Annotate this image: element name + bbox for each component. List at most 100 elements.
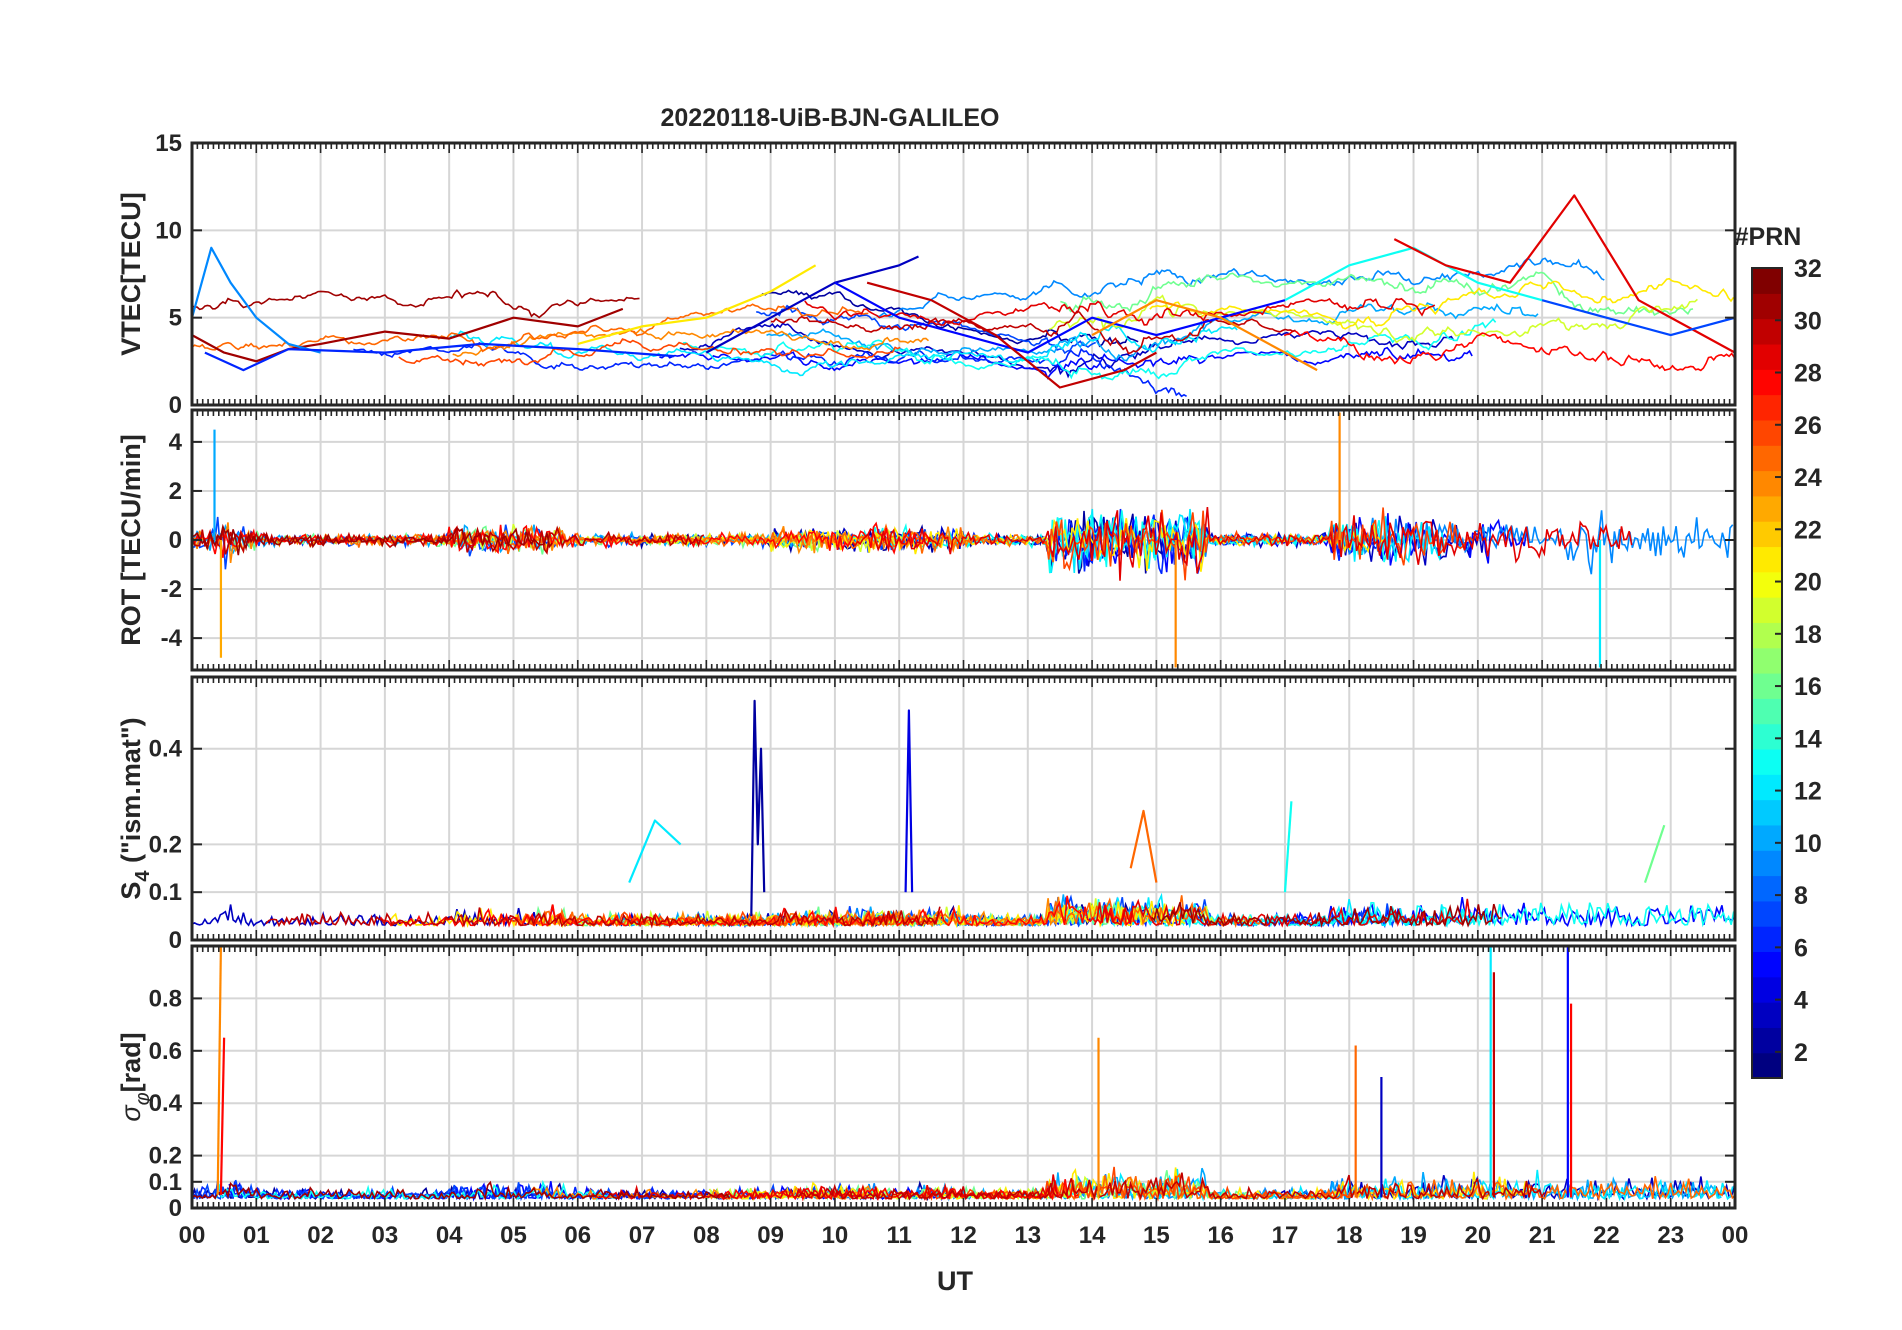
colorbar-tick-label: 30 xyxy=(1794,307,1822,335)
x-tick-labels: 00 01 02 03 04 05 06 07 08 09 10 11 12 13 14 15 16 17 18 19… xyxy=(179,1222,1749,1249)
colorbar-tick-label: 16 xyxy=(1794,673,1822,701)
x-tick-label: 21 xyxy=(1529,1222,1556,1249)
panel-sigma_phi: 00.10.20.40.60.8σφ[rad] xyxy=(116,944,1737,1222)
colorbar-segment xyxy=(1752,900,1782,927)
colorbar-segment xyxy=(1752,1027,1782,1054)
x-axis-label: UT xyxy=(937,1266,973,1296)
y-axis-label: VTEC[TECU] xyxy=(116,192,146,356)
y-tick-label: 0 xyxy=(169,392,182,419)
colorbar-segment xyxy=(1752,799,1782,826)
colorbar-segment xyxy=(1752,318,1782,345)
colorbar-segment xyxy=(1752,647,1782,674)
x-tick-label: 12 xyxy=(950,1222,977,1249)
x-tick-label: 23 xyxy=(1657,1222,1684,1249)
x-tick-label: 05 xyxy=(500,1222,527,1249)
colorbar-segment xyxy=(1752,495,1782,522)
colorbar-tick-label: 4 xyxy=(1794,987,1808,1015)
y-tick-label: 0 xyxy=(169,927,182,954)
colorbar-segment xyxy=(1752,343,1782,370)
colorbar-segment xyxy=(1752,293,1782,320)
x-tick-label: 19 xyxy=(1400,1222,1427,1249)
colorbar-segment xyxy=(1752,419,1782,446)
y-axis-label-main: S xyxy=(116,882,146,900)
x-tick-label: 15 xyxy=(1143,1222,1170,1249)
colorbar-segment xyxy=(1752,597,1782,623)
colorbar-tick-label: 32 xyxy=(1794,255,1822,283)
colorbar: #PRN 2468101214161820222426283032 xyxy=(1735,223,1822,1079)
x-tick-label: 09 xyxy=(757,1222,784,1249)
colorbar-tick-label: 28 xyxy=(1794,360,1822,388)
x-tick-label: 20 xyxy=(1464,1222,1491,1249)
colorbar-tick-label: 12 xyxy=(1794,778,1822,806)
y-tick-label: 10 xyxy=(155,217,182,244)
colorbar-segment xyxy=(1752,824,1782,851)
x-tick-label: 01 xyxy=(243,1222,270,1249)
y-tick-label: 0.1 xyxy=(149,1169,182,1196)
panel-S4: 00.10.20.4S4 ("ism.mat") xyxy=(116,675,1737,954)
x-tick-label: 10 xyxy=(822,1222,849,1249)
y-tick-label: 4 xyxy=(169,429,183,456)
colorbar-segment xyxy=(1752,698,1782,725)
colorbar-tick-label: 20 xyxy=(1794,569,1822,597)
colorbar-tick-label: 22 xyxy=(1794,516,1822,544)
y-axis-label-rest: ("ism.mat") xyxy=(116,717,146,870)
x-tick-label: 11 xyxy=(887,1222,912,1249)
colorbar-segment xyxy=(1752,748,1782,775)
x-tick-label: 13 xyxy=(1014,1222,1041,1249)
colorbar-segment xyxy=(1752,774,1782,801)
colorbar-tick-label: 24 xyxy=(1794,464,1822,492)
y-axis-label-sub: φ xyxy=(132,1092,154,1105)
colorbar-segment xyxy=(1752,1052,1782,1079)
x-tick-label: 16 xyxy=(1207,1222,1234,1249)
panels: 051015VTEC[TECU]-4-2024ROT [TECU/min]00.… xyxy=(116,130,1737,1222)
colorbar-segment xyxy=(1752,546,1782,573)
panel-VTEC: 0 5 10 15 VTEC[TECU] xyxy=(116,130,1737,419)
colorbar-tick-label: 18 xyxy=(1794,621,1822,649)
y-tick-label: -2 xyxy=(161,576,182,603)
y-tick-label: 2 xyxy=(169,478,182,505)
colorbar-tick-label: 10 xyxy=(1794,830,1822,858)
colorbar-tick-label: 6 xyxy=(1794,934,1808,962)
colorbar-segment xyxy=(1752,951,1782,978)
colorbar-tick-label: 14 xyxy=(1794,725,1822,753)
colorbar-segment xyxy=(1752,622,1782,649)
y-tick-label: 0 xyxy=(169,1195,182,1222)
colorbar-segment xyxy=(1752,445,1782,472)
x-tick-label: 00 xyxy=(1722,1222,1749,1249)
figure: 20220118-UiB-BJN-GALILEO 051015VTEC[TECU… xyxy=(116,104,1822,1296)
colorbar-segment xyxy=(1752,571,1782,598)
y-tick-label: 0 xyxy=(169,527,182,554)
y-axis-label-rest: [rad] xyxy=(116,1032,146,1092)
colorbar-segment xyxy=(1752,1002,1782,1028)
colorbar-segment xyxy=(1752,850,1782,877)
x-tick-label: 17 xyxy=(1272,1222,1299,1249)
y-tick-label: 0.4 xyxy=(149,736,183,763)
y-tick-label: 0.8 xyxy=(149,985,182,1012)
colorbar-tick-label: 26 xyxy=(1794,412,1822,440)
y-tick-label: 15 xyxy=(155,130,182,157)
x-tick-label: 03 xyxy=(372,1222,399,1249)
colorbar-segment xyxy=(1752,394,1782,421)
y-tick-label: 5 xyxy=(169,305,182,332)
colorbar-segment xyxy=(1752,470,1782,497)
colorbar-title: #PRN xyxy=(1735,223,1802,251)
y-tick-label: -4 xyxy=(161,625,183,652)
x-tick-label: 14 xyxy=(1079,1222,1106,1249)
colorbar-segment xyxy=(1752,521,1782,548)
colorbar-tick-label: 8 xyxy=(1794,882,1808,910)
x-tick-label: 04 xyxy=(436,1222,463,1249)
x-tick-label: 22 xyxy=(1593,1222,1620,1249)
x-tick-label: 06 xyxy=(564,1222,591,1249)
y-axis-label-main: σ xyxy=(116,1104,146,1122)
colorbar-segment xyxy=(1752,723,1782,750)
colorbar-segment xyxy=(1752,875,1782,902)
panel-ROT: -4 -2 0 2 4 ROT [TECU/min] xyxy=(116,408,1737,672)
colorbar-segment xyxy=(1752,268,1782,294)
x-tick-label: 18 xyxy=(1336,1222,1363,1249)
y-axis-label: ROT [TECU/min] xyxy=(116,434,146,645)
colorbar-tick-label: 2 xyxy=(1794,1039,1808,1067)
x-tick-label: 00 xyxy=(179,1222,206,1249)
y-tick-label: 0.1 xyxy=(149,879,182,906)
y-tick-label: 0.6 xyxy=(149,1038,182,1065)
figure-title: 20220118-UiB-BJN-GALILEO xyxy=(660,104,999,132)
